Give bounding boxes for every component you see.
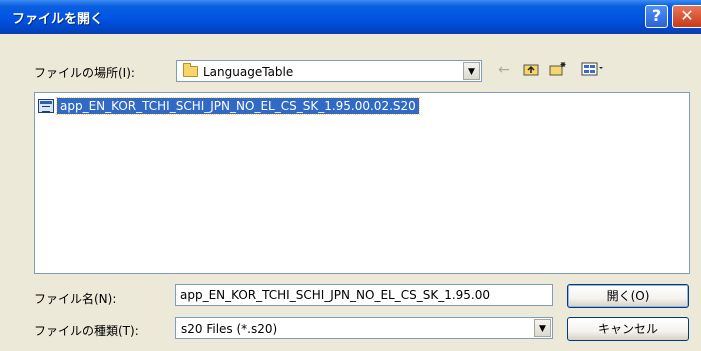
views-menu-icon xyxy=(581,62,603,76)
look-in-dropdown-button[interactable]: ▼ xyxy=(463,62,480,80)
file-name-label: ファイル名(N): xyxy=(34,292,117,306)
file-list[interactable]: app_EN_KOR_TCHI_SCHI_JPN_NO_EL_CS_SK_1.9… xyxy=(34,92,690,274)
close-icon: ✕ xyxy=(680,6,694,25)
new-folder-button[interactable] xyxy=(548,61,568,79)
title-bar[interactable]: ファイルを開く ? ✕ xyxy=(0,0,701,34)
close-button[interactable]: ✕ xyxy=(672,5,701,28)
file-name: app_EN_KOR_TCHI_SCHI_JPN_NO_EL_CS_SK_1.9… xyxy=(56,97,420,115)
file-type-label: ファイルの種類(T): xyxy=(34,324,139,338)
look-in-value: LanguageTable xyxy=(203,65,294,79)
file-type-value: s20 Files (*.s20) xyxy=(181,322,278,336)
chevron-down-icon: ▼ xyxy=(539,324,546,334)
help-icon: ? xyxy=(651,6,662,25)
folder-icon xyxy=(183,63,198,77)
back-button[interactable]: ← xyxy=(496,61,512,79)
look-in-label: ファイルの場所(I): xyxy=(34,66,135,80)
file-icon xyxy=(38,99,54,113)
back-arrow-icon: ← xyxy=(498,62,510,78)
file-type-combobox[interactable]: s20 Files (*.s20) ▼ xyxy=(175,317,553,339)
views-menu-button[interactable] xyxy=(580,61,606,79)
open-button[interactable]: 開く(O) xyxy=(567,284,689,308)
chevron-down-icon: ▼ xyxy=(468,67,475,77)
file-name-input[interactable]: app_EN_KOR_TCHI_SCHI_JPN_NO_EL_CS_SK_1.9… xyxy=(175,284,553,306)
help-button[interactable]: ? xyxy=(645,5,668,28)
look-in-combobox[interactable]: LanguageTable ▼ xyxy=(176,60,482,82)
window-title: ファイルを開く xyxy=(12,12,104,27)
new-folder-icon xyxy=(549,62,566,76)
list-item[interactable]: app_EN_KOR_TCHI_SCHI_JPN_NO_EL_CS_SK_1.9… xyxy=(38,96,420,116)
up-folder-icon xyxy=(523,64,539,76)
cancel-button[interactable]: キャンセル xyxy=(567,317,689,341)
file-type-dropdown-button[interactable]: ▼ xyxy=(534,319,551,337)
up-folder-button[interactable] xyxy=(522,61,540,79)
